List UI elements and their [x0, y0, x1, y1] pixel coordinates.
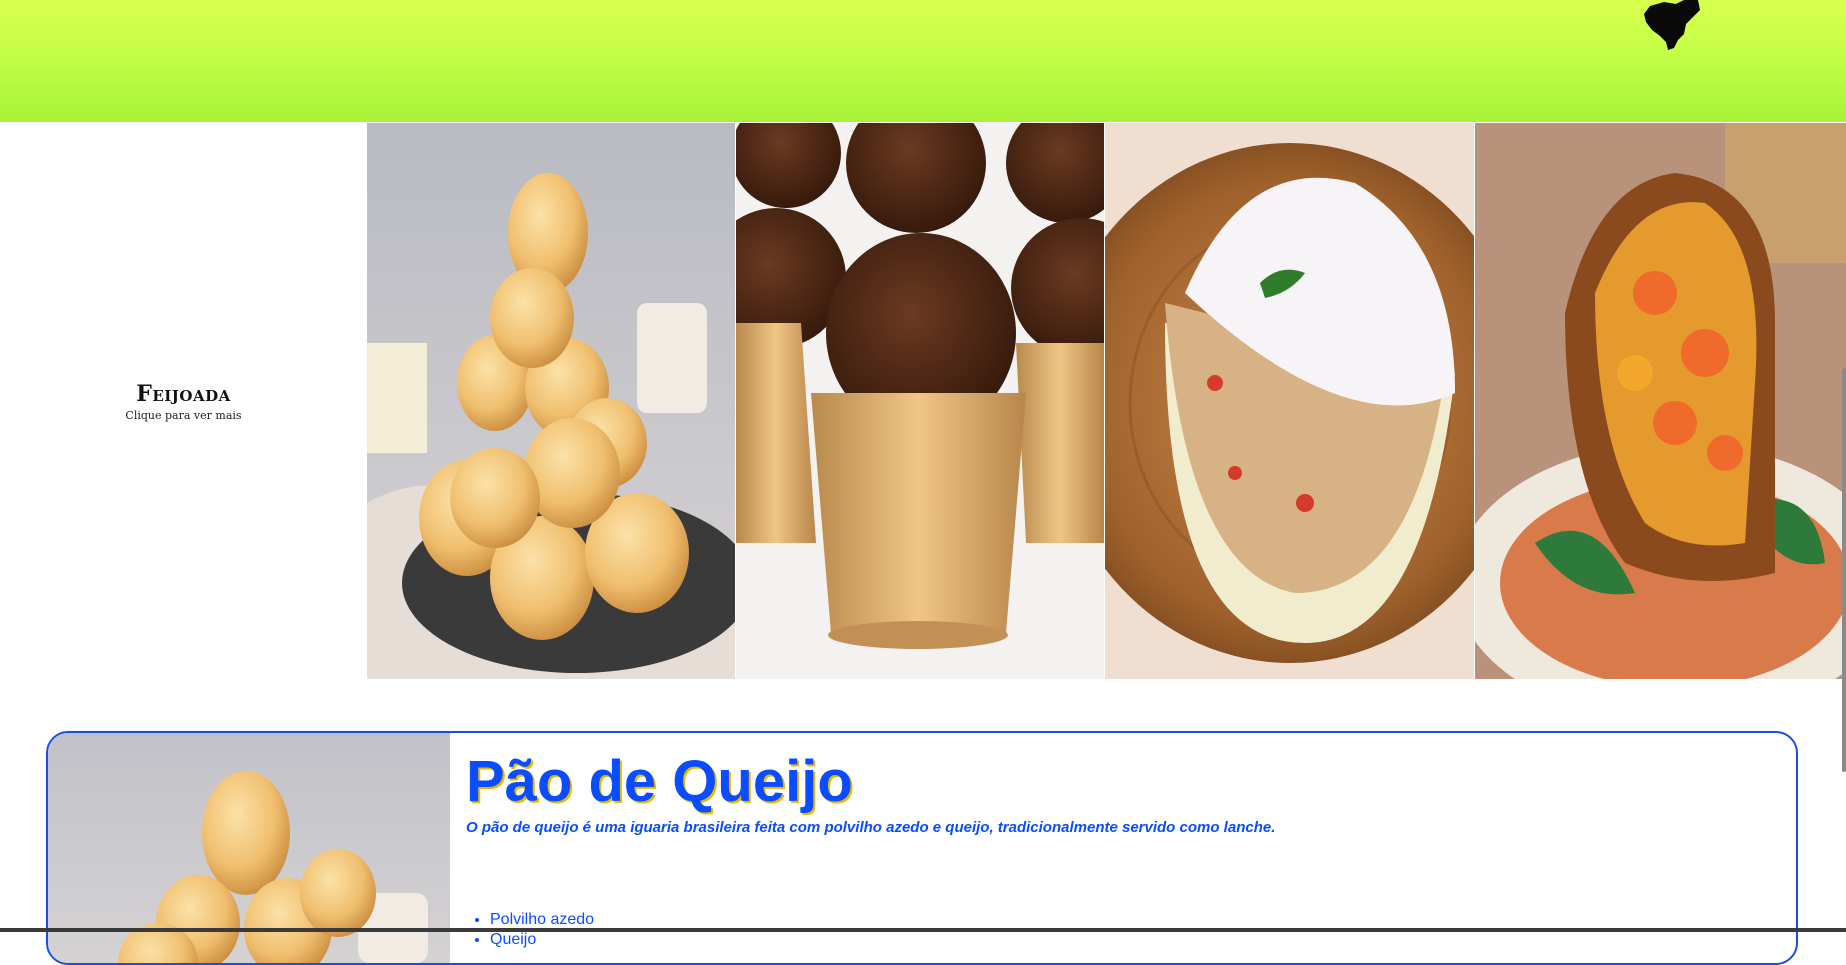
- carousel-title: Feijoada: [136, 380, 231, 407]
- bottom-divider: [0, 928, 1846, 932]
- carousel-subtitle: Clique para ver mais: [125, 408, 242, 422]
- card-content: Pão de Queijo O pão de queijo é uma igua…: [466, 751, 1780, 950]
- ingredient-item: Queijo: [490, 930, 1780, 950]
- site-header: [0, 0, 1846, 122]
- pao-de-queijo-image[interactable]: [367, 123, 735, 679]
- region-map-icon[interactable]: [1640, 0, 1720, 52]
- brigadeiro-image[interactable]: [736, 123, 1104, 679]
- ingredient-item: Polvilho azedo: [490, 910, 1780, 930]
- dish-description: O pão de queijo é uma iguaria brasileira…: [466, 819, 1276, 836]
- dish-title: Pão de Queijo: [466, 749, 853, 814]
- carousel-caption[interactable]: Feijoada Clique para ver mais: [0, 123, 367, 679]
- acaraje-image[interactable]: [1475, 123, 1846, 679]
- page-scrollbar[interactable]: [1842, 368, 1846, 772]
- tapioca-image[interactable]: [1105, 123, 1474, 679]
- food-carousel: Feijoada Clique para ver mais: [0, 123, 1846, 679]
